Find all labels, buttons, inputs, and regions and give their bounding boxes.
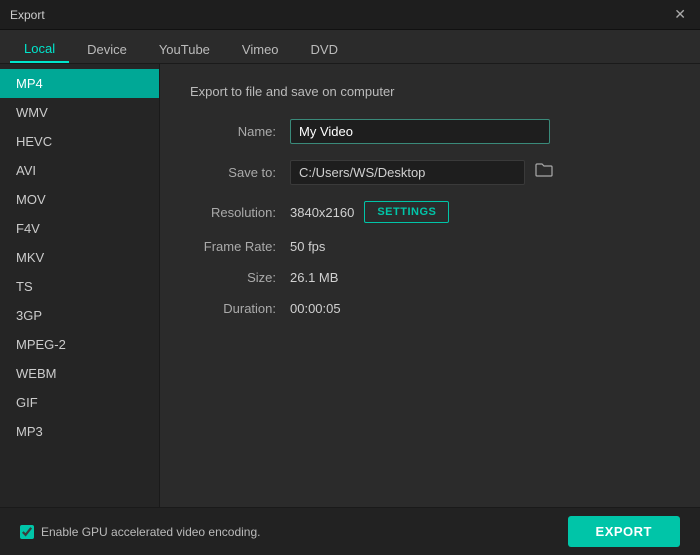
resolution-row: Resolution: 3840x2160 SETTINGS: [190, 201, 670, 223]
folder-icon: [535, 162, 553, 178]
sidebar-item-gif[interactable]: GIF: [0, 388, 159, 417]
browse-folder-button[interactable]: [531, 160, 557, 185]
title-bar-title: Export: [10, 8, 45, 22]
close-button[interactable]: ✕: [670, 6, 690, 23]
tab-vimeo[interactable]: Vimeo: [228, 37, 293, 62]
save-to-row: Save to:: [190, 160, 670, 185]
frame-rate-label: Frame Rate:: [190, 239, 290, 254]
name-label: Name:: [190, 124, 290, 139]
bottom-bar: Enable GPU accelerated video encoding. E…: [0, 507, 700, 555]
size-row: Size: 26.1 MB: [190, 270, 670, 285]
resolution-value-row: 3840x2160 SETTINGS: [290, 201, 449, 223]
tabs-bar: Local Device YouTube Vimeo DVD: [0, 30, 700, 64]
save-path-input[interactable]: [290, 160, 525, 185]
sidebar-item-mp3[interactable]: MP3: [0, 417, 159, 446]
tab-local[interactable]: Local: [10, 36, 69, 63]
path-row: [290, 160, 557, 185]
name-input[interactable]: [290, 119, 550, 144]
sidebar-item-mp4[interactable]: MP4: [0, 69, 159, 98]
sidebar-item-avi[interactable]: AVI: [0, 156, 159, 185]
duration-row: Duration: 00:00:05: [190, 301, 670, 316]
size-value: 26.1 MB: [290, 270, 338, 285]
gpu-row: Enable GPU accelerated video encoding.: [20, 525, 260, 539]
export-content: Export to file and save on computer Name…: [160, 64, 700, 552]
section-title: Export to file and save on computer: [190, 84, 670, 99]
tab-device[interactable]: Device: [73, 37, 141, 62]
settings-button[interactable]: SETTINGS: [364, 201, 449, 223]
title-bar: Export ✕: [0, 0, 700, 30]
gpu-label: Enable GPU accelerated video encoding.: [41, 525, 260, 539]
frame-rate-value: 50 fps: [290, 239, 325, 254]
gpu-checkbox[interactable]: [20, 525, 34, 539]
export-button[interactable]: EXPORT: [568, 516, 680, 547]
sidebar-item-ts[interactable]: TS: [0, 272, 159, 301]
sidebar-item-wmv[interactable]: WMV: [0, 98, 159, 127]
main-layout: MP4 WMV HEVC AVI MOV F4V MKV TS 3GP MPEG…: [0, 64, 700, 552]
sidebar-item-mkv[interactable]: MKV: [0, 243, 159, 272]
tab-youtube[interactable]: YouTube: [145, 37, 224, 62]
format-sidebar: MP4 WMV HEVC AVI MOV F4V MKV TS 3GP MPEG…: [0, 64, 160, 552]
duration-label: Duration:: [190, 301, 290, 316]
sidebar-item-mpeg2[interactable]: MPEG-2: [0, 330, 159, 359]
resolution-label: Resolution:: [190, 205, 290, 220]
size-label: Size:: [190, 270, 290, 285]
tab-dvd[interactable]: DVD: [297, 37, 352, 62]
sidebar-item-hevc[interactable]: HEVC: [0, 127, 159, 156]
name-row: Name:: [190, 119, 670, 144]
frame-rate-row: Frame Rate: 50 fps: [190, 239, 670, 254]
sidebar-item-mov[interactable]: MOV: [0, 185, 159, 214]
sidebar-item-f4v[interactable]: F4V: [0, 214, 159, 243]
resolution-value: 3840x2160: [290, 205, 354, 220]
sidebar-item-3gp[interactable]: 3GP: [0, 301, 159, 330]
save-to-label: Save to:: [190, 165, 290, 180]
duration-value: 00:00:05: [290, 301, 341, 316]
sidebar-item-webm[interactable]: WEBM: [0, 359, 159, 388]
